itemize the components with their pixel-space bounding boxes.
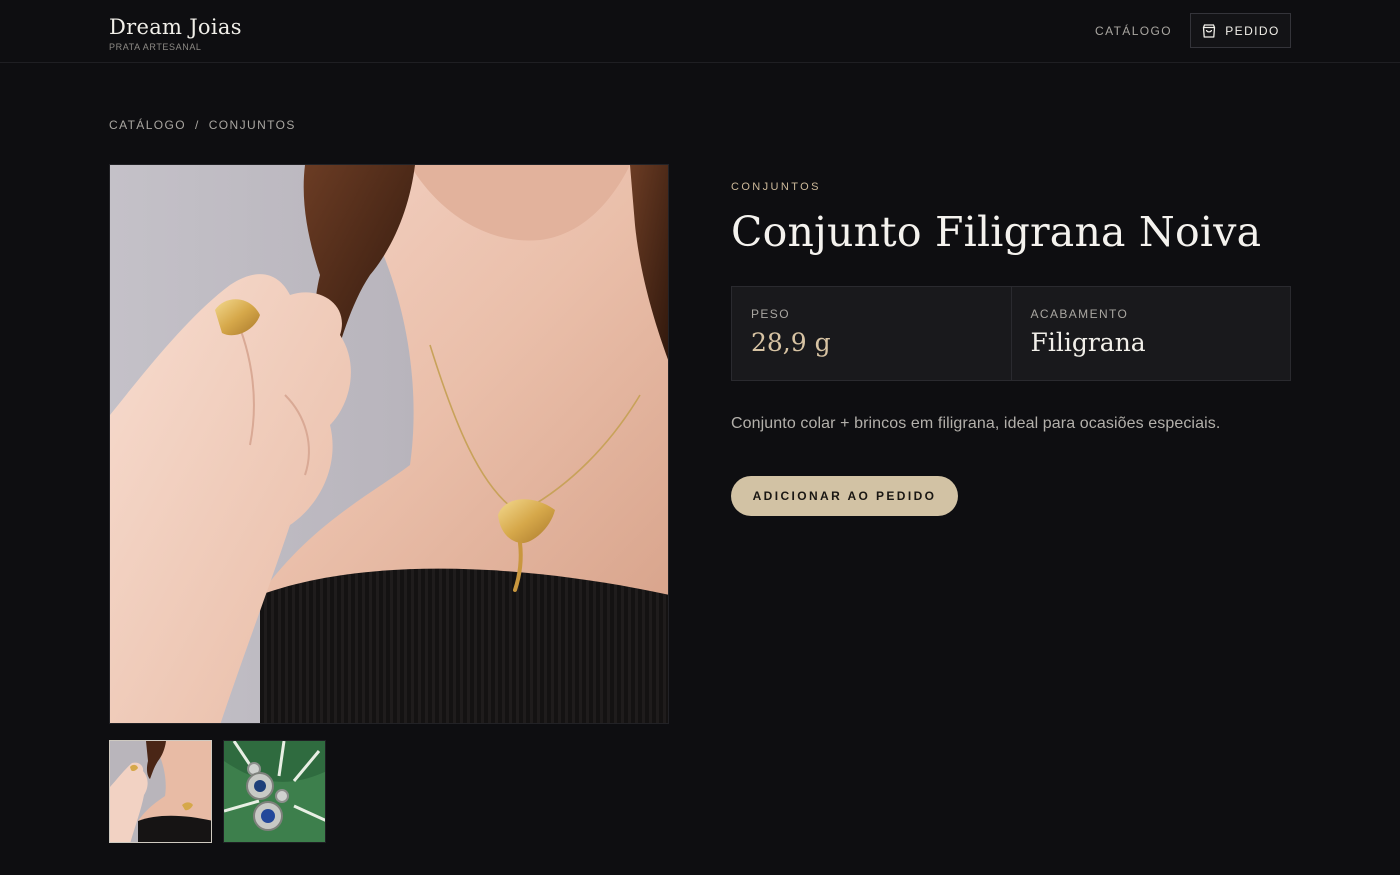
product-specs: PESO 28,9 g ACABAMENTO Filigrana [731,286,1291,381]
brand-logo[interactable]: Dream Joias PRATA ARTESANAL [109,14,242,52]
breadcrumb-catalog[interactable]: CATÁLOGO [109,118,186,132]
product-title: Conjunto Filigrana Noiva [731,208,1262,256]
thumbnail-earrings[interactable] [223,740,326,843]
spec-weight-label: PESO [751,307,790,321]
site-header: Dream Joias PRATA ARTESANAL CATÁLOGO PED… [0,0,1400,63]
product-main-image [109,164,669,724]
spec-weight-value: 28,9 g [751,328,831,357]
spec-finish-label: ACABAMENTO [1030,307,1129,321]
product-category: CONJUNTOS [731,181,821,193]
product-description: Conjunto colar + brincos em filigrana, i… [731,415,1221,432]
spec-weight: PESO 28,9 g [732,287,1011,380]
brand-tagline: PRATA ARTESANAL [109,42,202,52]
nav-link-catalog[interactable]: CATÁLOGO [1095,24,1172,38]
brand-name: Dream Joias [109,15,242,39]
breadcrumb-separator: / [195,118,200,132]
add-to-order-button[interactable]: ADICIONAR AO PEDIDO [731,476,958,516]
order-button[interactable]: PEDIDO [1190,13,1291,48]
shopping-bag-icon [1201,23,1217,39]
breadcrumb-sets[interactable]: CONJUNTOS [209,118,296,132]
thumbnail-necklace[interactable] [109,740,212,843]
spec-finish-value: Filigrana [1030,328,1146,357]
breadcrumb: CATÁLOGO / CONJUNTOS [109,118,296,132]
order-button-label: PEDIDO [1225,23,1280,38]
spec-finish: ACABAMENTO Filigrana [1010,287,1291,380]
